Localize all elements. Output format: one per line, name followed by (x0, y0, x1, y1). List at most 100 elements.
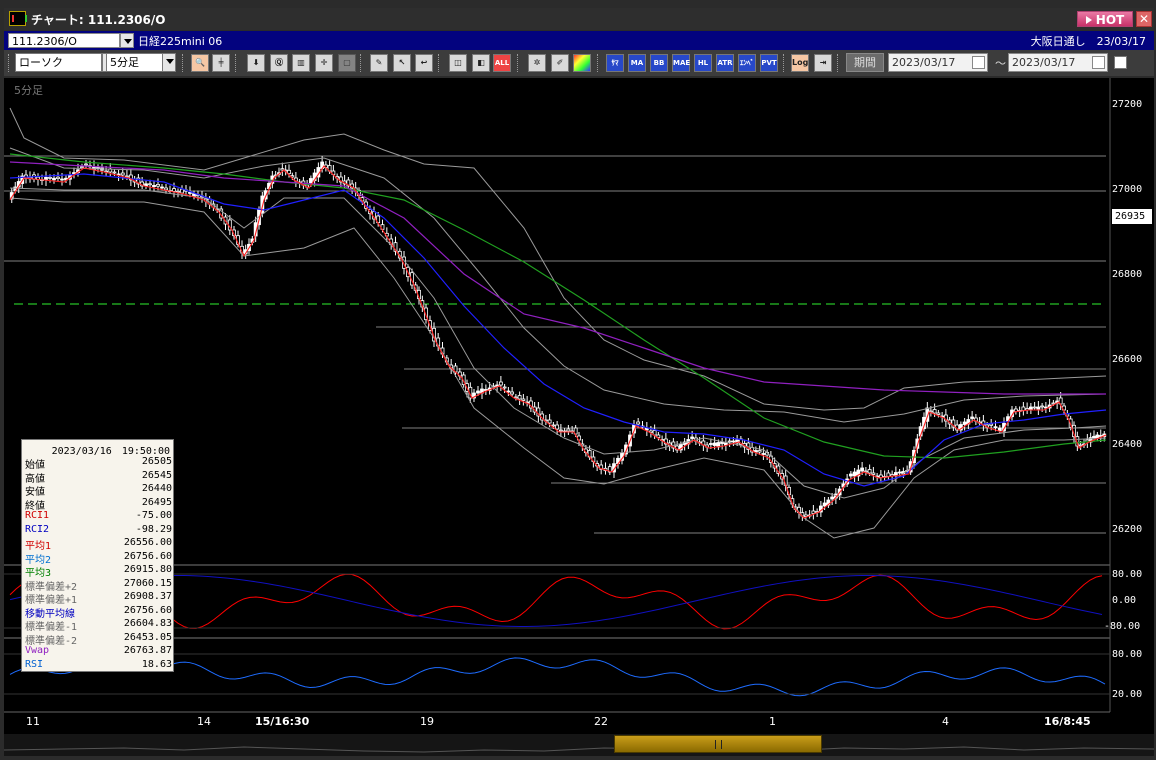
crosshair-icon[interactable]: ╪ (212, 54, 230, 72)
info-row: 標準偏差-1 26604.83 (25, 618, 172, 633)
candle-body (510, 391, 515, 395)
rci-axis-tick: 80.00 (1112, 569, 1143, 580)
candle-body (152, 185, 156, 188)
date-range-checkbox[interactable] (1114, 56, 1127, 69)
info-row-value: 26756.60 (123, 550, 172, 562)
rsi-axis-tick: 80.00 (1112, 649, 1143, 660)
candle-body (60, 178, 64, 181)
candle-body (52, 177, 56, 181)
toolbar-grip[interactable] (783, 54, 786, 72)
x-axis-label: 11 (26, 715, 40, 728)
rsi-axis-tick: 20.00 (1112, 689, 1143, 700)
window-title: チャート: 111.2306/O (31, 13, 166, 27)
info-row-value: 26908.37 (123, 591, 172, 602)
info-row: 平均2 26756.60 (25, 550, 172, 566)
symbol-input[interactable]: 111.2306/O (8, 33, 120, 48)
symbol-dropdown-button[interactable] (120, 33, 134, 48)
indicator-sama-button[interactable]: ｻﾏ (606, 54, 624, 72)
pen-icon[interactable]: ✎ (370, 54, 388, 72)
y-axis-tick: 26800 (1112, 269, 1143, 280)
candle-body (547, 419, 552, 424)
candle-body (636, 421, 641, 425)
bollinger-lower-1 (9, 187, 1107, 499)
indicator-envelope-button[interactable]: ｴﾝﾍﾞ (738, 54, 756, 72)
candle-body (867, 469, 872, 474)
candle-body (180, 188, 184, 194)
price-chart-canvas[interactable] (4, 78, 1154, 734)
chart-toolbar: ローソク 5分足 🔍 ╪ ⬇ Ⓠ ▥ ✛ ▢ ✎ ↖ ↩ ◫ ◧ ALL ✲ ✐… (4, 50, 1154, 76)
info-row-value: 18.63 (141, 658, 172, 670)
candle-body (731, 440, 736, 443)
zoom-icon[interactable]: 🔍 (191, 54, 209, 72)
indicator-mae-button[interactable]: MAE (672, 54, 690, 72)
time-scrollbar[interactable] (4, 734, 1154, 756)
hot-button[interactable]: HOT (1077, 11, 1133, 27)
candle-color-icon[interactable]: ✛ (315, 54, 333, 72)
info-row: 標準偏差+2 27060.15 (25, 578, 172, 593)
info-row: 標準偏差-2 26453.05 (25, 632, 172, 647)
disabled-icon[interactable]: ▢ (338, 54, 356, 72)
chart-type-select[interactable]: ローソク (15, 53, 102, 72)
info-row: 安値 26440 (25, 483, 172, 498)
y-axis-tick: 27200 (1112, 99, 1143, 110)
timeframe-select[interactable]: 5分足 (106, 53, 164, 72)
date-to-input[interactable]: 2023/03/17 (1008, 53, 1108, 72)
indicator-bb-button[interactable]: BB (650, 54, 668, 72)
palette-icon[interactable]: ✲ (528, 54, 546, 72)
y-axis-tick: 26600 (1112, 354, 1143, 365)
indicator-hl-button[interactable]: HL (694, 54, 712, 72)
current-price-label: 26935 (1112, 209, 1152, 224)
trace-icon[interactable]: ◧ (472, 54, 490, 72)
chart-area[interactable]: 5分足 27200 27000 26800 26600 26400 26200 … (4, 78, 1154, 734)
calendar-icon[interactable] (972, 56, 985, 69)
toolbar-grip[interactable] (597, 54, 600, 72)
toolbar-grip[interactable] (235, 54, 238, 72)
cursor-icon[interactable]: ↖ (393, 54, 411, 72)
undo-icon[interactable]: ↩ (415, 54, 433, 72)
toolbar-grip[interactable] (8, 54, 11, 72)
x-axis-label: 14 (197, 715, 211, 728)
lock-icon[interactable]: ◫ (449, 54, 467, 72)
date-range-separator: ～ (995, 57, 1006, 70)
indicator-atr-button[interactable]: ATR (716, 54, 734, 72)
export-icon[interactable]: ⇥ (814, 54, 832, 72)
candle-body (1032, 406, 1037, 409)
info-row-key: RCI1 (25, 510, 50, 521)
log-scale-button[interactable]: Log (791, 54, 809, 72)
candle-body (708, 443, 713, 445)
data-info-panel: 2023/03/16 19:50:00 始値 26505 高値 26545 安値 2644… (21, 439, 174, 672)
candle-body (848, 473, 853, 477)
indicator-ma-button[interactable]: MA (628, 54, 646, 72)
candle-body (112, 171, 117, 174)
all-button[interactable]: ALL (493, 54, 511, 72)
close-button[interactable]: ✕ (1136, 11, 1152, 27)
search-chart-icon[interactable]: Ⓠ (270, 54, 288, 72)
candle-body (148, 183, 152, 186)
bar-edit-icon[interactable]: ▥ (292, 54, 310, 72)
toolbar-grip[interactable] (837, 54, 840, 72)
download-icon[interactable]: ⬇ (247, 54, 265, 72)
candle-body (962, 421, 967, 425)
bollinger-upper-2 (9, 107, 1107, 411)
date-from-input[interactable]: 2023/03/17 (888, 53, 988, 72)
toolbar-grip[interactable] (360, 54, 363, 72)
candle-body (871, 472, 876, 475)
y-axis-tick: 26200 (1112, 524, 1143, 535)
indicator-pvt-button[interactable]: PVT (760, 54, 778, 72)
title-bar: チャート: 111.2306/O HOT ✕ (4, 8, 1154, 30)
info-row-value: 26763.87 (123, 645, 172, 656)
period-button[interactable]: 期間 (846, 53, 884, 72)
info-row: 移動平均線 26756.60 (25, 605, 172, 620)
candle-body (84, 163, 88, 166)
scrollbar-thumb[interactable] (614, 735, 822, 753)
candle-body (498, 381, 503, 386)
toolbar-grip[interactable] (182, 54, 185, 72)
candle-body (690, 436, 695, 439)
candle-body (860, 467, 865, 472)
calendar-icon[interactable] (1092, 56, 1105, 69)
toolbar-grip[interactable] (438, 54, 441, 72)
toolbar-grip[interactable] (517, 54, 520, 72)
paintbrush-icon[interactable]: ✐ (551, 54, 569, 72)
timeframe-dropdown[interactable] (162, 53, 176, 72)
gradient-icon[interactable] (573, 54, 591, 72)
